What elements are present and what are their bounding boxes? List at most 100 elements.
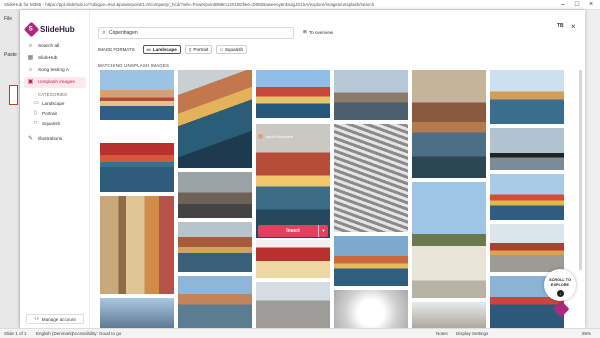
image-tile[interactable] — [100, 70, 174, 120]
sidebar-item-label: SlideHub — [38, 56, 58, 61]
lightbulb-icon: ☼ — [27, 67, 34, 73]
image-tile[interactable] — [412, 302, 486, 328]
scroll-to-explore-label: SCROLL TO EXPLORE — [549, 278, 571, 287]
image-tile[interactable] — [100, 196, 174, 294]
image-tile[interactable] — [490, 128, 564, 170]
category-landscape[interactable]: ▭ Landscape — [24, 98, 86, 108]
image-icon: ▣ — [27, 79, 34, 85]
slidehub-logo: S SlideHub — [23, 21, 75, 38]
image-tile[interactable] — [178, 276, 252, 328]
format-portrait-button[interactable]: ▯ Portrait — [184, 45, 213, 54]
formats-label: IMAGE FORMATS — [98, 47, 135, 52]
image-tile[interactable] — [178, 172, 252, 218]
format-label: Portrait — [193, 47, 209, 52]
user-icon: ⚇ — [34, 316, 39, 322]
ppt-right-rail — [585, 10, 600, 328]
window-title: SlideHub for M365 - https://ppt.slidehub… — [4, 2, 375, 7]
image-tile[interactable] — [334, 70, 408, 120]
matching-images-heading: MATCHING UNSPLASH IMAGES — [98, 63, 170, 68]
slidehub-logo-icon: S — [23, 21, 40, 38]
sidebar-item-label: Illustrations — [38, 137, 63, 142]
sidebar-item-search-all[interactable]: ⌕ Search all — [24, 41, 86, 52]
category-portrait[interactable]: ▯ Portrait — [24, 108, 86, 118]
chevron-down-icon[interactable]: ▾ — [318, 225, 328, 237]
scroll-to-explore-badge[interactable]: SCROLL TO EXPLORE ↓ — [544, 269, 576, 301]
image-grid: Jacob Buchhave Insert ▾ — [98, 70, 564, 328]
scrollbar[interactable] — [579, 70, 582, 270]
format-label: Squarish — [224, 47, 244, 52]
status-accessibility[interactable]: Accessibility: Good to go — [72, 331, 121, 336]
square-icon: □ — [34, 120, 38, 126]
author-name: Jacob Buchhave — [265, 134, 294, 139]
portrait-icon: ▯ — [34, 110, 37, 116]
overview-icon: ⊞ — [303, 29, 307, 34]
window-close-icon[interactable]: × — [584, 0, 598, 10]
categories-heading: CATEGORIES — [38, 92, 68, 97]
image-tile[interactable] — [178, 70, 252, 168]
search-icon: ⌕ — [28, 43, 33, 49]
image-tile[interactable] — [334, 124, 408, 232]
image-formats: IMAGE FORMATS ▭ Landscape ▯ Portrait □ S… — [98, 45, 248, 54]
sidebar-item-unsplash-images[interactable]: ▣ Unsplash images — [24, 77, 86, 88]
image-tile[interactable] — [412, 182, 486, 298]
format-landscape-button[interactable]: ▭ Landscape — [142, 45, 181, 54]
image-tile[interactable] — [100, 298, 174, 328]
search-input[interactable] — [109, 30, 279, 36]
image-tile[interactable] — [256, 240, 330, 278]
image-author[interactable]: Jacob Buchhave — [258, 134, 293, 139]
to-overview-link[interactable]: ⊞ To overview — [303, 29, 333, 35]
author-avatar — [258, 134, 263, 139]
overview-label: To overview — [308, 29, 334, 35]
format-squarish-button[interactable]: □ Squarish — [216, 45, 248, 54]
main-content: ⌕ ⊞ To overview TB × IMAGE FORMATS ▭ Lan… — [90, 10, 585, 328]
manage-account-button[interactable]: ⚇ Manage account — [26, 314, 84, 324]
title-bar: SlideHub for M365 - https://ppt.slidehub… — [0, 0, 600, 10]
image-tile[interactable] — [490, 70, 564, 124]
manage-account-label: Manage account — [41, 316, 76, 322]
image-tile[interactable] — [334, 290, 408, 328]
sidebar-item-label: Search all — [38, 44, 60, 49]
image-tile-hovered[interactable] — [256, 124, 330, 238]
sidebar-item-illustrations[interactable]: ✎ Illustrations — [24, 134, 86, 145]
brand-name: SlideHub — [40, 25, 75, 34]
image-tile[interactable] — [490, 174, 564, 220]
slide-thumbnail[interactable] — [9, 85, 18, 105]
pen-icon: ✎ — [27, 136, 34, 142]
status-slide: Slide 1 of 1 — [4, 331, 27, 336]
status-language[interactable]: English (Denmark) — [36, 331, 73, 336]
minimize-icon[interactable]: – — [556, 0, 570, 10]
category-label: Landscape — [42, 100, 65, 106]
category-label: Squarish — [42, 120, 61, 126]
image-tile[interactable] — [100, 132, 174, 192]
status-bar: Slide 1 of 1 English (Denmark) Accessibi… — [0, 328, 600, 338]
image-tile[interactable] — [412, 70, 486, 178]
sidebar-item-slidehub[interactable]: ▦ SlideHub — [24, 53, 86, 64]
category-squarish[interactable]: □ Squarish — [24, 118, 86, 128]
status-zoom[interactable]: 95% — [582, 331, 591, 336]
arrow-down-icon: ↓ — [556, 290, 564, 297]
image-tile[interactable] — [490, 224, 564, 272]
status-notes[interactable]: Notes — [436, 331, 448, 336]
square-icon: □ — [220, 47, 223, 52]
format-label: Landscape — [152, 47, 177, 52]
image-tile[interactable] — [256, 282, 330, 328]
status-display[interactable]: Display Settings — [456, 331, 488, 336]
app-window: SlideHub for M365 - https://ppt.slidehub… — [0, 0, 600, 338]
slidehub-panel: S SlideHub ⌕ Search all ▦ SlideHub ☼ Son… — [20, 10, 585, 328]
profile-avatar[interactable]: TB — [557, 23, 564, 29]
sidebar-item-label: Song testing A — [38, 68, 69, 73]
image-tile[interactable] — [334, 236, 408, 286]
image-tile[interactable] — [256, 70, 330, 118]
paste-button[interactable]: Paste — [4, 52, 17, 58]
sidebar-item-song-testing[interactable]: ☼ Song testing A — [24, 65, 86, 76]
search-box[interactable]: ⌕ — [98, 27, 294, 39]
search-icon: ⌕ — [102, 29, 106, 36]
sidebar-nav: ⌕ Search all ▦ SlideHub ☼ Song testing A… — [24, 41, 86, 146]
sidebar-item-label: Unsplash images — [38, 80, 75, 85]
image-tile[interactable] — [178, 222, 252, 272]
file-menu[interactable]: File — [4, 16, 12, 22]
landscape-icon: ▭ — [146, 46, 151, 52]
maximize-icon[interactable]: □ — [570, 0, 584, 10]
grid-icon: ▦ — [27, 55, 34, 61]
close-icon[interactable]: × — [571, 22, 576, 31]
